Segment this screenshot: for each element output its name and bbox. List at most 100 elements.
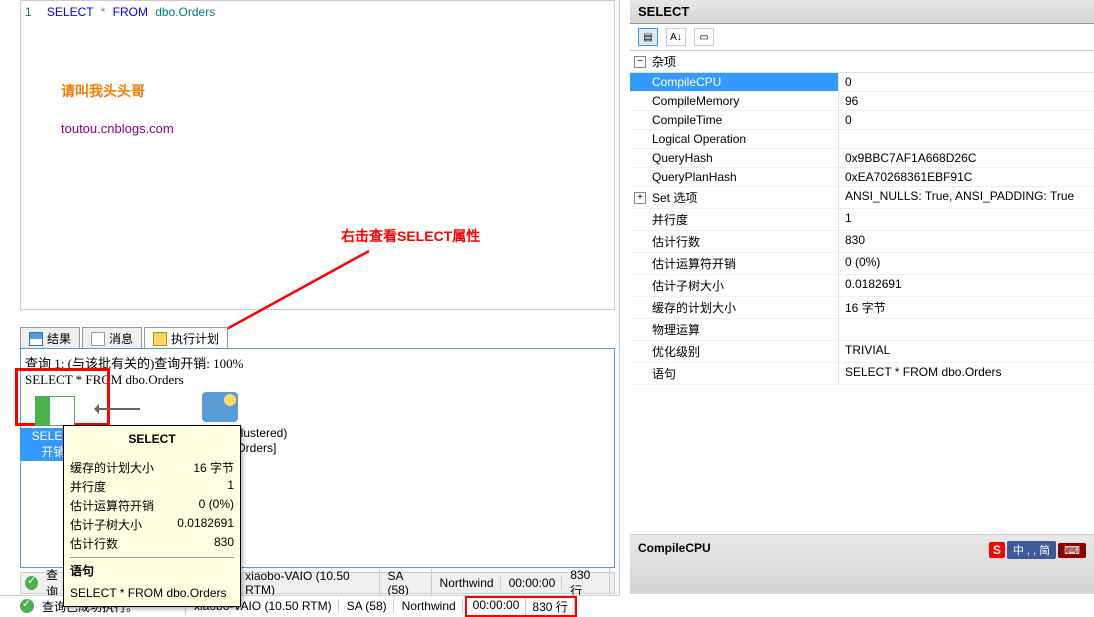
node-tooltip: SELECT 缓存的计划大小16 字节并行度1估计运算符开销0 (0%)估计子树… xyxy=(63,425,241,607)
status-db: Northwind xyxy=(434,576,501,590)
tab-execution-plan[interactable]: 执行计划 xyxy=(144,327,228,350)
tooltip-title: SELECT xyxy=(70,432,234,450)
watermark-url: toutou.cnblogs.com xyxy=(61,121,174,136)
desc-title: CompileCPU xyxy=(638,541,711,555)
scan-node-icon xyxy=(202,392,238,422)
property-row[interactable]: CompileCPU0 xyxy=(630,73,1094,92)
select-node-icon xyxy=(35,396,75,426)
categorized-button[interactable]: ▤ xyxy=(638,28,658,46)
sql-line: 1 SELECT * FROM dbo.Orders xyxy=(21,1,614,24)
prop-value: 1 xyxy=(838,209,1094,230)
prop-name: 估计子树大小 xyxy=(630,275,838,296)
status-time: 00:00:00 xyxy=(503,576,563,590)
expand-icon[interactable]: + xyxy=(634,192,646,204)
status-time: 00:00:00 xyxy=(467,598,527,615)
properties-toolbar: ▤ A↓ ▭ xyxy=(630,24,1094,51)
prop-value: 0xEA70268361EBF91C xyxy=(838,168,1094,186)
prop-name: CompileCPU xyxy=(630,73,838,91)
tab-results[interactable]: 结果 xyxy=(20,327,80,350)
ime-text: 中 , , 简 xyxy=(1007,541,1056,559)
properties-panel: SELECT ▤ A↓ ▭ − 杂项 CompileCPU0CompileMem… xyxy=(630,0,1094,616)
kw-star: * xyxy=(101,5,106,19)
property-row[interactable]: 估计运算符开销0 (0%) xyxy=(630,253,1094,275)
prop-name: QueryHash xyxy=(630,149,838,167)
result-tabs: 结果 消息 执行计划 xyxy=(20,327,228,350)
property-row[interactable]: QueryPlanHash0xEA70268361EBF91C xyxy=(630,168,1094,187)
tab-label: 消息 xyxy=(109,330,133,347)
status-user: SA (58) xyxy=(382,569,432,597)
prop-name: CompileMemory xyxy=(630,92,838,110)
tooltip-stmt: SELECT * FROM dbo.Orders xyxy=(70,586,234,600)
prop-value: 0 xyxy=(838,73,1094,91)
property-row[interactable]: 缓存的计划大小16 字节 xyxy=(630,297,1094,319)
prop-name: 语句 xyxy=(630,363,838,384)
properties-grid[interactable]: − 杂项 CompileCPU0CompileMemory96CompileTi… xyxy=(630,51,1094,385)
prop-name: QueryPlanHash xyxy=(630,168,838,186)
ime-indicator[interactable]: S 中 , , 简 ⌨ xyxy=(989,541,1086,559)
prop-value xyxy=(838,130,1094,148)
property-row[interactable]: 估计行数830 xyxy=(630,231,1094,253)
watermark-author: 请叫我头头哥 xyxy=(61,81,145,101)
status-user: SA (58) xyxy=(341,599,394,613)
prop-value: TRIVIAL xyxy=(838,341,1094,362)
success-icon xyxy=(25,576,38,590)
tab-label: 结果 xyxy=(47,330,71,347)
category-label: Set 选项 xyxy=(652,189,697,206)
alphabetical-button[interactable]: A↓ xyxy=(666,28,686,46)
property-row[interactable]: QueryHash0x9BBC7AF1A668D26C xyxy=(630,149,1094,168)
plan-arrow xyxy=(95,408,140,410)
prop-name: CompileTime xyxy=(630,111,838,129)
plan-header-cost: 查询 1: (与该批有关的)查询开销: 100% xyxy=(25,353,610,372)
annotation-text: 右击查看SELECT属性 xyxy=(341,226,480,246)
tab-label: 执行计划 xyxy=(171,330,219,347)
property-row[interactable]: CompileTime0 xyxy=(630,111,1094,130)
grid-icon xyxy=(29,332,43,346)
property-row[interactable]: CompileMemory96 xyxy=(630,92,1094,111)
category-label: 杂项 xyxy=(652,53,676,70)
plan-icon xyxy=(153,332,167,346)
ime-extra-icon: ⌨ xyxy=(1058,543,1086,558)
tooltip-row: 估计行数830 xyxy=(70,534,234,553)
prop-name: Logical Operation xyxy=(630,130,838,148)
prop-value: 96 xyxy=(838,92,1094,110)
property-row[interactable]: 并行度1 xyxy=(630,209,1094,231)
properties-title: SELECT xyxy=(630,0,1094,24)
tooltip-row: 估计子树大小0.0182691 xyxy=(70,515,234,534)
left-panel: 1 SELECT * FROM dbo.Orders 请叫我头头哥 toutou… xyxy=(0,0,620,616)
tooltip-stmt-label: 语句 xyxy=(70,557,234,580)
status-db: Northwind xyxy=(396,599,463,613)
prop-category-misc[interactable]: − 杂项 xyxy=(630,51,1094,73)
prop-name: 并行度 xyxy=(630,209,838,230)
category-value: ANSI_NULLS: True, ANSI_PADDING: True xyxy=(838,187,1094,208)
collapse-icon[interactable]: − xyxy=(634,56,646,68)
tab-messages[interactable]: 消息 xyxy=(82,327,142,350)
status-server: xiaobo-VAIO (10.50 RTM) xyxy=(239,569,379,597)
prop-name: 物理运算 xyxy=(630,319,838,340)
prop-value: 0.0182691 xyxy=(838,275,1094,296)
prop-name: 估计行数 xyxy=(630,231,838,252)
property-row[interactable]: 语句SELECT * FROM dbo.Orders xyxy=(630,363,1094,385)
prop-value: 830 xyxy=(838,231,1094,252)
prop-value: SELECT * FROM dbo.Orders xyxy=(838,363,1094,384)
success-icon xyxy=(20,599,34,613)
sogou-icon: S xyxy=(989,542,1005,558)
tooltip-row: 估计运算符开销0 (0%) xyxy=(70,496,234,515)
property-description: CompileCPU S 中 , , 简 ⌨ xyxy=(630,534,1094,594)
message-icon xyxy=(91,332,105,346)
property-pages-button[interactable]: ▭ xyxy=(694,28,714,46)
status-rows: 830 行 xyxy=(526,598,574,615)
property-row[interactable]: 物理运算 xyxy=(630,319,1094,341)
prop-category-set[interactable]: + Set 选项 ANSI_NULLS: True, ANSI_PADDING:… xyxy=(630,187,1094,209)
prop-value: 0 xyxy=(838,111,1094,129)
prop-value xyxy=(838,319,1094,340)
prop-value: 16 字节 xyxy=(838,297,1094,318)
kw-table: dbo.Orders xyxy=(155,5,215,19)
sql-editor[interactable]: 1 SELECT * FROM dbo.Orders 请叫我头头哥 toutou… xyxy=(20,0,615,310)
property-row[interactable]: Logical Operation xyxy=(630,130,1094,149)
plan-header-sql: SELECT * FROM dbo.Orders xyxy=(25,372,610,388)
property-row[interactable]: 估计子树大小0.0182691 xyxy=(630,275,1094,297)
kw-from: FROM xyxy=(113,5,148,19)
prop-name: 缓存的计划大小 xyxy=(630,297,838,318)
property-row[interactable]: 优化级别TRIVIAL xyxy=(630,341,1094,363)
highlighted-stats: 00:00:00 830 行 xyxy=(465,596,577,617)
